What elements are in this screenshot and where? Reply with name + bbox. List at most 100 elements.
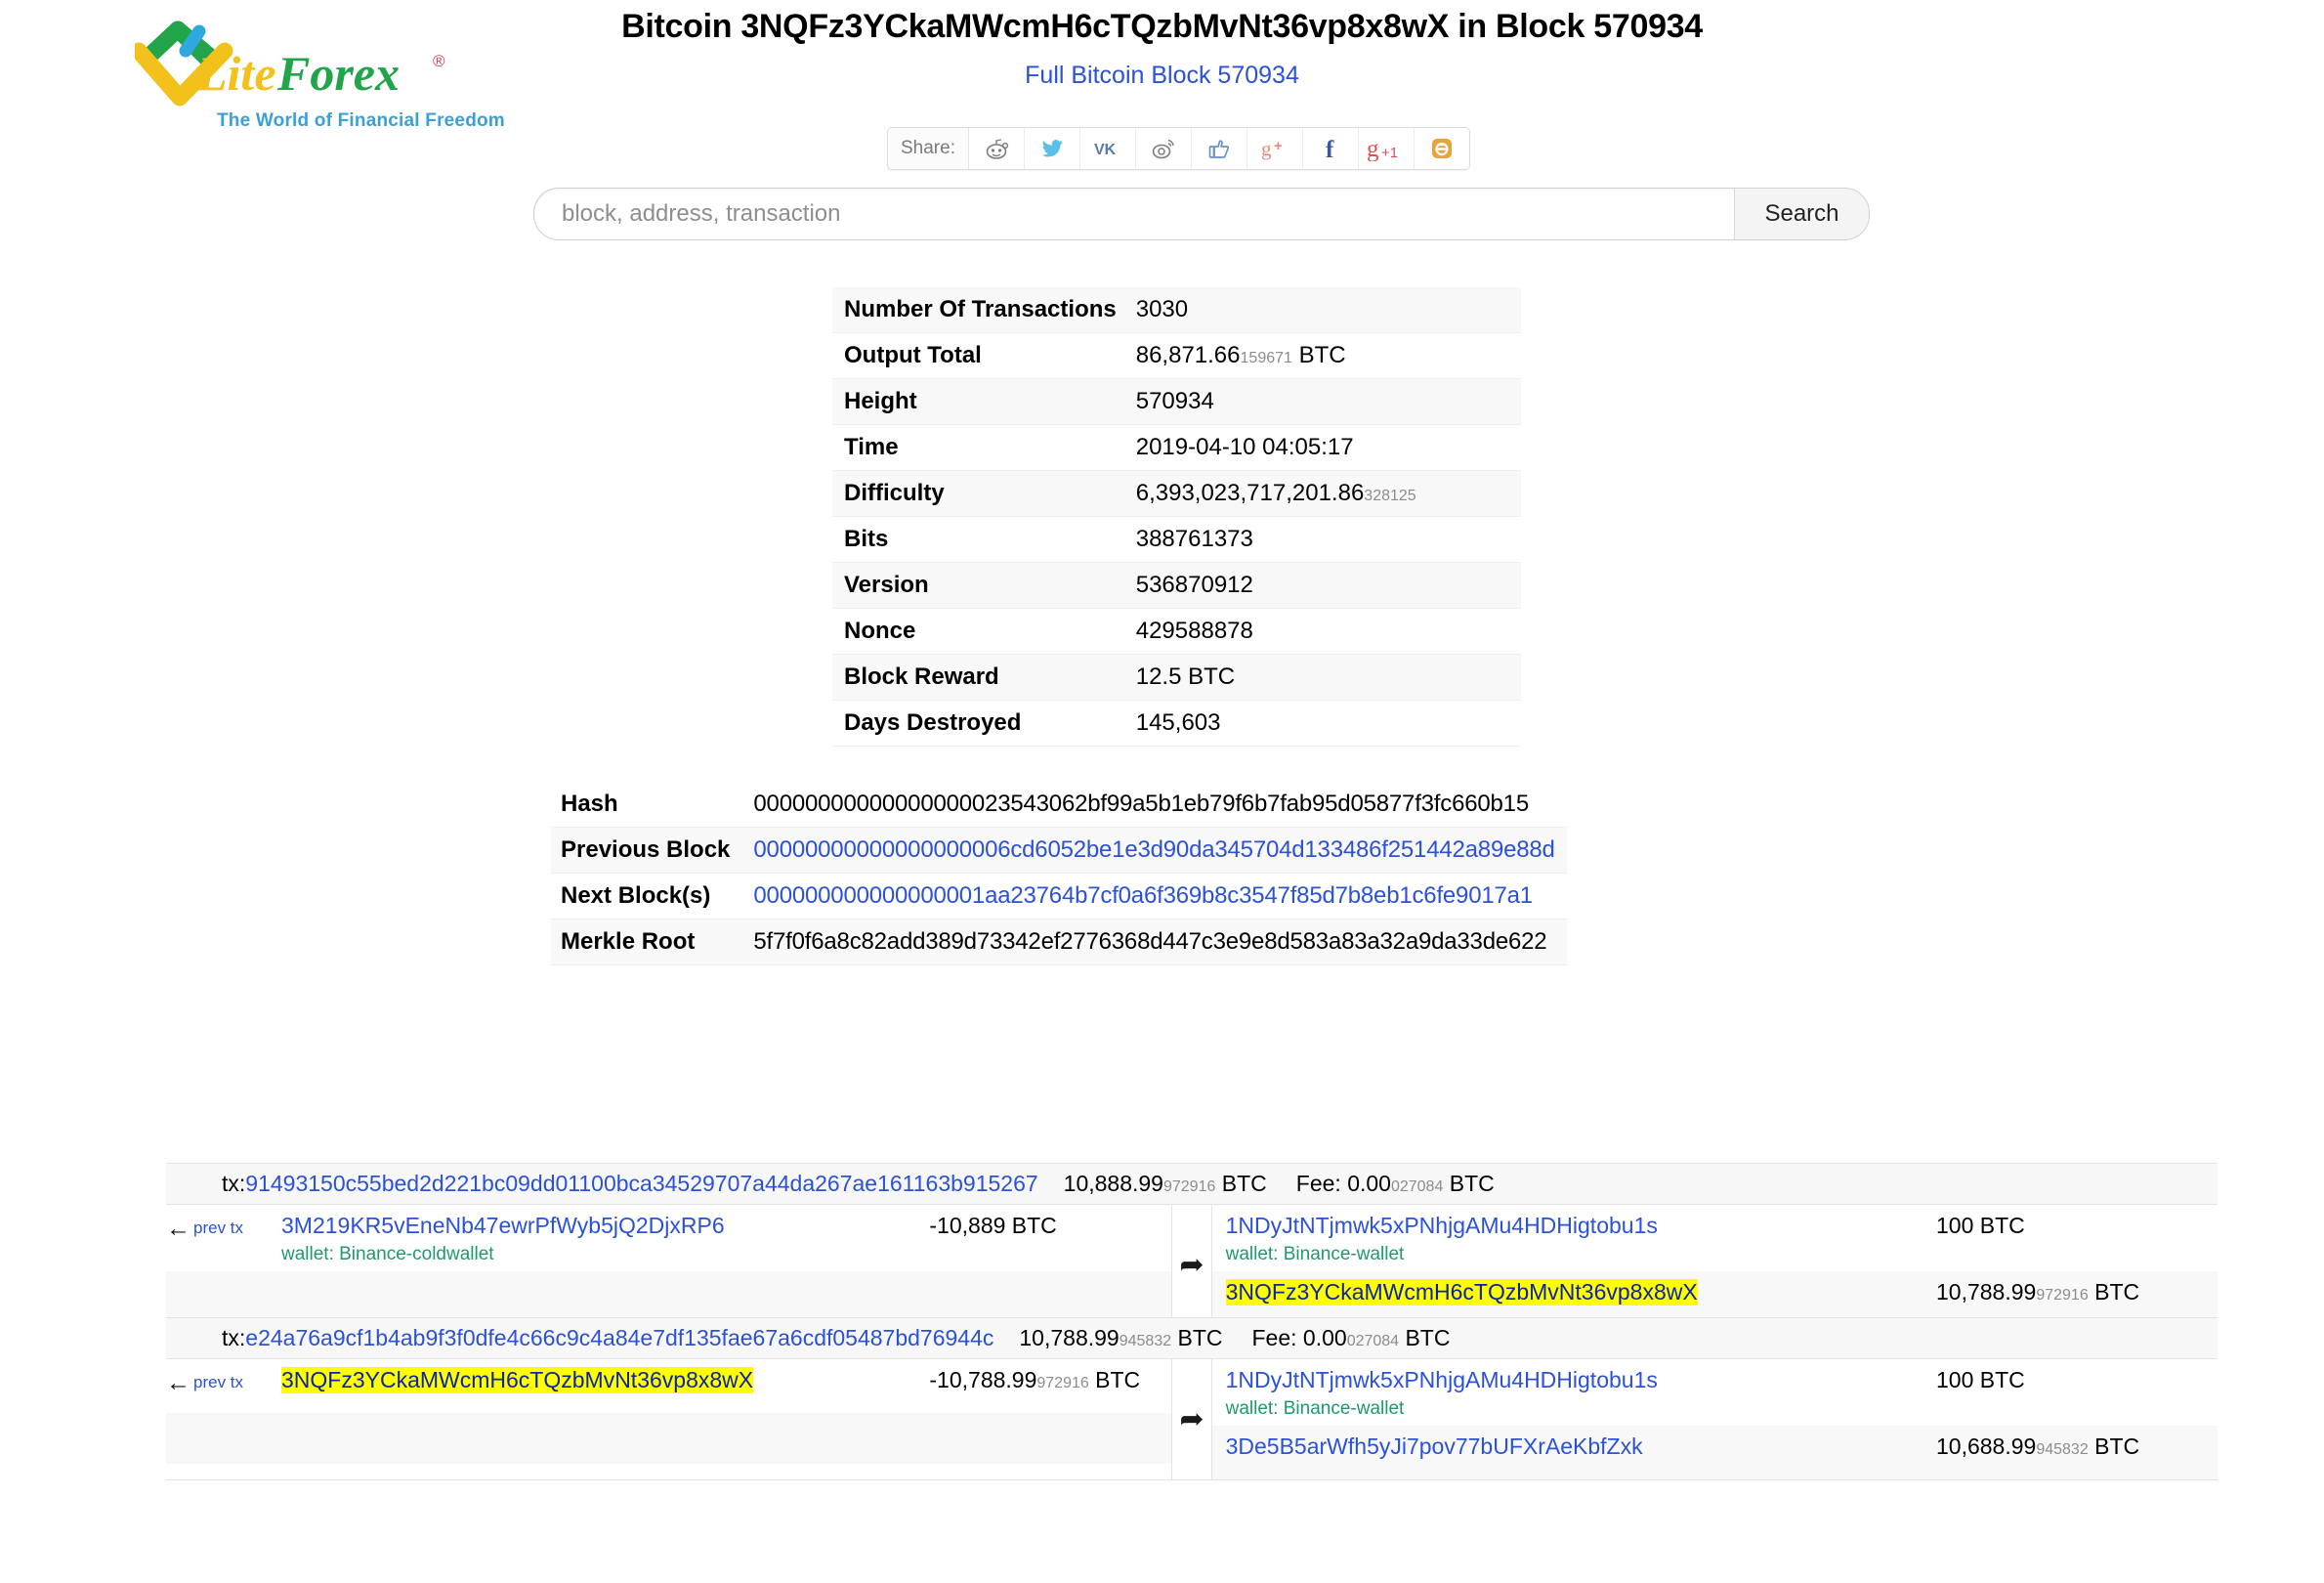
- prev-tx-link-wrap: ← prev tx: [166, 1213, 275, 1241]
- prev-tx-link[interactable]: prev tx: [193, 1371, 243, 1394]
- full-block-link[interactable]: Full Bitcoin Block 570934: [1025, 62, 1299, 89]
- input-address-link[interactable]: 3NQFz3YCkaMWcmH6cTQzbMvNt36vp8x8wX: [281, 1367, 754, 1393]
- output-address-link[interactable]: 3NQFz3YCkaMWcmH6cTQzbMvNt36vp8x8wX: [1225, 1279, 1698, 1305]
- output-address-link[interactable]: 1NDyJtNTjmwk5xPNhjgAMu4HDHigtobu1s: [1226, 1213, 1658, 1239]
- info-label: Time: [844, 434, 899, 460]
- info-value: 86,871.66159671 BTC: [1130, 333, 1521, 379]
- blogger-icon: [1431, 139, 1452, 158]
- info-value-main: 2019-04-10 04:05:17: [1135, 434, 1354, 460]
- table-row: Difficulty 6,393,023,717,201.86328125: [832, 470, 1521, 517]
- info-value-main: 86,871.66: [1135, 342, 1241, 368]
- info-value-fraction: 159671: [1240, 350, 1292, 366]
- transaction-amount-main: 10,788.99: [1019, 1325, 1120, 1350]
- transaction-amount-unit: BTC: [1171, 1325, 1223, 1350]
- merkle-root-label: Merkle Root: [561, 928, 696, 955]
- input-address-link[interactable]: 3M219KR5vEneNb47ewrPfWyb5jQ2DjxRP6: [281, 1213, 725, 1239]
- prev-tx-link[interactable]: prev tx: [193, 1217, 243, 1240]
- table-row: Time 2019-04-10 04:05:17: [832, 425, 1521, 471]
- tx-prefix-label: tx:: [222, 1171, 246, 1196]
- input-wallet-label: wallet: Binance-coldwallet: [281, 1244, 494, 1264]
- transaction-id-link[interactable]: 91493150c55bed2d221bc09dd01100bca3452970…: [245, 1171, 1037, 1197]
- output-address-cell: 3NQFz3YCkaMWcmH6cTQzbMvNt36vp8x8wX: [1212, 1279, 1924, 1305]
- svg-text:g: g: [1367, 136, 1379, 161]
- transaction-fee-unit: BTC: [1399, 1325, 1451, 1350]
- info-value-fraction: 328125: [1364, 488, 1416, 504]
- transaction-id-link[interactable]: e24a76a9cf1b4ab9f3f0dfe4c66c9c4a84e7df13…: [245, 1325, 993, 1351]
- svg-text:f: f: [1326, 137, 1334, 161]
- facebook-icon: f: [1326, 137, 1334, 161]
- transaction-fee-unit: BTC: [1443, 1171, 1495, 1196]
- reddit-icon: [986, 139, 1009, 159]
- input-address-cell: 3M219KR5vEneNb47ewrPfWyb5jQ2DjxRP6 wallet…: [275, 1213, 917, 1265]
- svg-text:VK: VK: [1094, 142, 1117, 158]
- info-value: 3030: [1130, 287, 1521, 333]
- svg-text:+: +: [1274, 138, 1283, 154]
- tx-prefix-label: tx:: [222, 1325, 246, 1350]
- output-amount-main: 100: [1936, 1213, 1974, 1238]
- svg-text:+1: +1: [1381, 145, 1398, 161]
- table-row: Number Of Transactions 3030: [832, 287, 1521, 333]
- search-button[interactable]: Search: [1734, 189, 1869, 239]
- search-input[interactable]: [534, 189, 1734, 239]
- info-label: Difficulty: [844, 480, 945, 506]
- transaction-output-row: 1NDyJtNTjmwk5xPNhjgAMu4HDHigtobu1s wallet…: [1212, 1205, 2218, 1271]
- transaction-fee-fraction: 027084: [1346, 1333, 1400, 1349]
- block-info-table: Number Of Transactions 3030 Output Total 86…: [832, 287, 1521, 747]
- arrow-left-icon: ←: [166, 1215, 190, 1242]
- share-reddit-button[interactable]: [968, 128, 1025, 169]
- info-label: Block Reward: [844, 663, 999, 690]
- input-address-cell: 3NQFz3YCkaMWcmH6cTQzbMvNt36vp8x8wX: [275, 1367, 917, 1393]
- table-row-hash: Hash 00000000000000000023543062bf99a5b1e…: [551, 782, 1567, 828]
- share-google-plus-one-button[interactable]: g +1: [1358, 128, 1415, 169]
- output-amount: 10,688.99945832 BTC: [1924, 1433, 2218, 1460]
- vk-icon: VK: [1094, 142, 1117, 158]
- google-plus-one-icon: g +1: [1367, 136, 1398, 161]
- output-wallet-label: wallet: Binance-wallet: [1225, 1244, 1405, 1264]
- share-label: Share:: [888, 128, 969, 169]
- input-amount-main: -10,788.99: [929, 1367, 1037, 1392]
- page-title: Bitcoin 3NQFz3YCkaMWcmH6cTQzbMvNt36vp8x8…: [621, 8, 1703, 45]
- next-block-link[interactable]: 000000000000000001aa23764b7cf0a6f369b8c3…: [753, 882, 1533, 909]
- page-root: Lite Forex ® The World of Financial Free…: [0, 0, 2324, 1583]
- output-amount-fraction: 972916: [2036, 1287, 2089, 1304]
- share-weibo-button[interactable]: [1135, 128, 1192, 169]
- transaction-fee-label: Fee:: [1251, 1325, 1303, 1350]
- info-value: 388761373: [1130, 517, 1521, 563]
- table-row: Height 570934: [832, 378, 1521, 425]
- input-amount-fraction: 972916: [1036, 1375, 1089, 1391]
- info-label: Number Of Transactions: [844, 296, 1117, 322]
- info-value: 145,603: [1130, 701, 1521, 747]
- previous-block-link[interactable]: 00000000000000000006cd6052be1e3d90da3457…: [753, 836, 1554, 863]
- info-value: 429588878: [1130, 609, 1521, 655]
- table-row-previous-block: Previous Block 00000000000000000006cd605…: [551, 827, 1567, 874]
- share-blogger-button[interactable]: [1414, 128, 1469, 169]
- transaction-input-row: ← prev tx 3NQFz3YCkaMWcmH6cTQzbMvNt36vp8x8…: [166, 1359, 1171, 1413]
- info-value-main: 145,603: [1135, 709, 1221, 736]
- transaction-fee: Fee: 0.00027084 BTC: [1252, 1325, 1451, 1351]
- output-amount-fraction: 945832: [2036, 1441, 2089, 1458]
- info-value-main: 536870912: [1135, 572, 1253, 598]
- share-facebook-like-button[interactable]: [1191, 128, 1247, 169]
- share-twitter-button[interactable]: [1024, 128, 1080, 169]
- output-wallet-label: wallet: Binance-wallet: [1225, 1398, 1405, 1419]
- transaction-fee: Fee: 0.00027084 BTC: [1296, 1171, 1495, 1197]
- info-value-main: 3030: [1135, 296, 1189, 322]
- transaction-outputs: 1NDyJtNTjmwk5xPNhjgAMu4HDHigtobu1s wallet…: [1211, 1205, 2218, 1325]
- info-label: Days Destroyed: [844, 709, 1022, 736]
- share-facebook-button[interactable]: f: [1302, 128, 1359, 169]
- output-address-link[interactable]: 3De5B5arWfh5yJi7pov77bUFXrAeKbfZxk: [1226, 1433, 1643, 1460]
- info-value: 570934: [1130, 379, 1521, 425]
- share-googleplus-button[interactable]: g +: [1247, 128, 1303, 169]
- input-amount: -10,889 BTC: [917, 1213, 1171, 1239]
- share-vk-button[interactable]: VK: [1079, 128, 1136, 169]
- info-value: 2019-04-10 04:05:17: [1130, 425, 1521, 471]
- hash-label: Hash: [561, 791, 618, 817]
- output-address-link[interactable]: 1NDyJtNTjmwk5xPNhjgAMu4HDHigtobu1s: [1226, 1367, 1658, 1393]
- transaction-output-row: 3De5B5arWfh5yJi7pov77bUFXrAeKbfZxk 10,688…: [1211, 1426, 2218, 1479]
- info-label: Version: [844, 572, 929, 598]
- transaction-amount-unit: BTC: [1215, 1171, 1267, 1196]
- facebook-like-icon: [1208, 140, 1229, 158]
- input-amount: -10,788.99972916 BTC: [917, 1367, 1171, 1393]
- transaction-fee-main: 0.00: [1347, 1171, 1391, 1196]
- google-plus-share-icon: g +: [1261, 137, 1283, 160]
